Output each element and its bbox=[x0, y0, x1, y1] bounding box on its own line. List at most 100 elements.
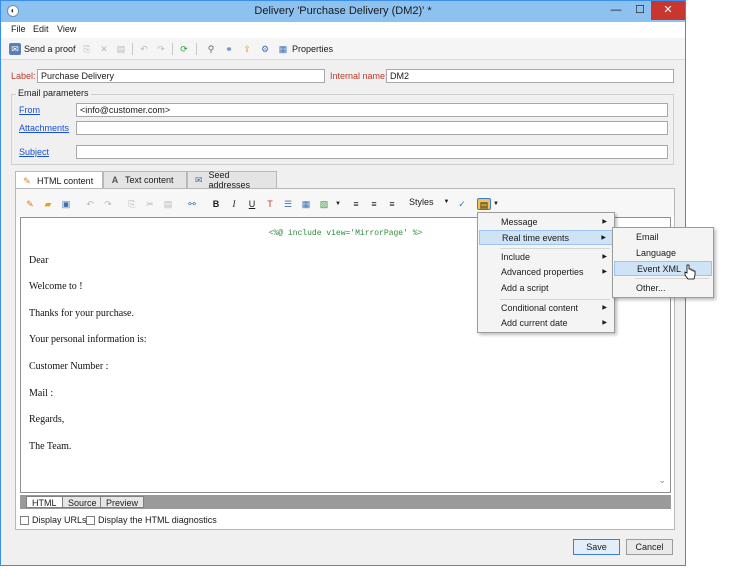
attachments-field[interactable] bbox=[76, 121, 668, 135]
image-icon[interactable]: ▨ bbox=[318, 198, 330, 210]
menu-file[interactable]: File bbox=[11, 24, 26, 34]
editor-line: Dear bbox=[29, 255, 49, 266]
menu-item-conditional-content-label: Conditional content bbox=[501, 303, 579, 313]
menu-item-message[interactable]: Message ▶ bbox=[479, 215, 613, 230]
underline-icon[interactable]: U bbox=[246, 198, 258, 210]
tab-html-content[interactable]: ✎ HTML content bbox=[15, 171, 103, 189]
menu-item-add-script[interactable]: Add a script bbox=[479, 281, 613, 296]
table-icon[interactable]: ▦ bbox=[300, 198, 312, 210]
menu-item-add-current-date-label: Add current date bbox=[501, 318, 568, 328]
editor-redo-icon[interactable]: ↷ bbox=[102, 198, 114, 210]
menu-item-add-current-date[interactable]: Add current date ▶ bbox=[479, 316, 613, 331]
menu-item-conditional-content[interactable]: Conditional content ▶ bbox=[479, 301, 613, 316]
align-center-icon[interactable]: ≡ bbox=[368, 198, 380, 210]
new-icon[interactable]: ✎ bbox=[24, 198, 36, 210]
view-tab-html[interactable]: HTML bbox=[26, 496, 63, 508]
submenu-arrow-icon: ▶ bbox=[602, 320, 607, 326]
attachment-icon[interactable]: ⚲ bbox=[205, 43, 217, 55]
menu-item-advanced-properties[interactable]: Advanced properties ▶ bbox=[479, 265, 613, 280]
menu-item-include[interactable]: Include ▶ bbox=[479, 250, 613, 265]
text-color-icon[interactable]: T bbox=[264, 198, 276, 210]
menu-separator bbox=[635, 278, 709, 279]
display-urls-checkbox[interactable]: Display URLs bbox=[20, 515, 87, 525]
attachments-link[interactable]: Attachments bbox=[19, 123, 69, 133]
maximize-button[interactable]: ☐ bbox=[627, 1, 653, 20]
find-icon[interactable]: ⚯ bbox=[186, 198, 198, 210]
tab-text-content-label: Text content bbox=[125, 175, 174, 185]
subject-field[interactable] bbox=[76, 145, 668, 159]
analyze-icon[interactable]: ⚙ bbox=[259, 43, 271, 55]
styles-dropdown[interactable]: Styles ▼ bbox=[409, 197, 449, 207]
internal-name-caption: Internal name: bbox=[330, 71, 388, 81]
title-bar[interactable]: ◐ Delivery 'Purchase Delivery (DM2)' * —… bbox=[1, 1, 685, 22]
redo-icon[interactable]: ↷ bbox=[155, 43, 167, 55]
from-link[interactable]: From bbox=[19, 105, 40, 115]
display-urls-label: Display URLs bbox=[32, 515, 87, 525]
view-tab-source[interactable]: Source bbox=[62, 496, 103, 508]
align-right-icon[interactable]: ≡ bbox=[386, 198, 398, 210]
bold-icon[interactable]: B bbox=[210, 198, 222, 210]
image-dropdown-icon[interactable]: ▼ bbox=[332, 198, 344, 210]
personalization-icon[interactable]: ▤ bbox=[477, 198, 491, 210]
submenu-item-other[interactable]: Other... bbox=[614, 281, 712, 296]
html-diagnostics-checkbox[interactable]: Display the HTML diagnostics bbox=[86, 515, 217, 525]
minimize-button[interactable]: — bbox=[603, 1, 629, 20]
menu-view[interactable]: View bbox=[57, 24, 76, 34]
toolbar-separator bbox=[196, 43, 197, 55]
copy-icon[interactable]: ⎘ bbox=[81, 43, 93, 55]
send-proof-button[interactable]: ✉ Send a proof bbox=[9, 42, 76, 56]
editor-view-tabs: HTML Source Preview bbox=[20, 495, 671, 509]
display-urls-box[interactable] bbox=[20, 515, 29, 525]
menu-item-advanced-properties-label: Advanced properties bbox=[501, 267, 584, 277]
toolbar-separator bbox=[172, 43, 173, 55]
submenu-item-email[interactable]: Email bbox=[614, 230, 712, 245]
menu-item-real-time-events[interactable]: Real time events ▶ bbox=[479, 230, 613, 245]
upload-icon[interactable]: ⇪ bbox=[241, 43, 253, 55]
bullet-list-icon[interactable]: ☰ bbox=[282, 198, 294, 210]
link-icon[interactable]: ⚭ bbox=[223, 43, 235, 55]
styles-label: Styles bbox=[409, 197, 434, 207]
cancel-button[interactable]: Cancel bbox=[626, 539, 673, 555]
html-diagnostics-box[interactable] bbox=[86, 515, 95, 525]
delete-icon[interactable]: ✕ bbox=[98, 43, 110, 55]
submenu-item-language[interactable]: Language bbox=[614, 246, 712, 261]
spellcheck-icon[interactable]: ✓ bbox=[456, 198, 468, 210]
refresh-icon[interactable]: ⟳ bbox=[178, 43, 190, 55]
properties-label: Properties bbox=[292, 44, 334, 54]
open-folder-icon[interactable]: ▰ bbox=[42, 198, 54, 210]
html-diagnostics-label: Display the HTML diagnostics bbox=[98, 515, 217, 525]
scroll-down-icon[interactable]: ⌄ bbox=[658, 475, 666, 486]
tab-html-content-label: HTML content bbox=[37, 175, 94, 186]
editor-undo-icon[interactable]: ↶ bbox=[84, 198, 96, 210]
html-content-icon: ✎ bbox=[23, 175, 31, 186]
editor-line: Thanks for your purchase. bbox=[29, 308, 134, 319]
align-left-icon[interactable]: ≡ bbox=[350, 198, 362, 210]
cut-icon[interactable]: ✂ bbox=[144, 198, 156, 210]
editor-line: Regards, bbox=[29, 414, 65, 425]
submenu-item-event-xml[interactable]: Event XML bbox=[614, 261, 712, 276]
undo-icon[interactable]: ↶ bbox=[138, 43, 150, 55]
tab-text-content[interactable]: A Text content bbox=[103, 171, 187, 188]
editor-line: Mail : bbox=[29, 388, 54, 399]
editor-copy-icon[interactable]: ⎘ bbox=[126, 198, 138, 210]
save-icon[interactable]: ▣ bbox=[60, 198, 72, 210]
window-title: Delivery 'Purchase Delivery (DM2)' * bbox=[254, 5, 432, 17]
close-button[interactable]: ✕ bbox=[651, 1, 685, 20]
subject-link[interactable]: Subject bbox=[19, 147, 49, 157]
internal-name-field[interactable]: DM2 bbox=[386, 69, 674, 83]
view-tab-preview[interactable]: Preview bbox=[100, 496, 145, 508]
italic-icon[interactable]: I bbox=[228, 198, 240, 210]
tab-seed-addresses[interactable]: ✉ Seed addresses bbox=[187, 170, 277, 190]
label-field[interactable]: Purchase Delivery bbox=[37, 69, 325, 83]
save-button[interactable]: Save bbox=[573, 539, 620, 555]
from-field[interactable]: <info@customer.com> bbox=[76, 103, 668, 117]
editor-paste-icon[interactable]: ▤ bbox=[162, 198, 174, 210]
menu-edit[interactable]: Edit bbox=[33, 24, 49, 34]
submenu-arrow-icon: ▶ bbox=[602, 219, 607, 225]
menu-separator bbox=[500, 299, 610, 300]
send-proof-icon: ✉ bbox=[9, 43, 21, 55]
properties-button[interactable]: ▦ Properties bbox=[277, 42, 333, 56]
personalization-dropdown-icon[interactable]: ▼ bbox=[490, 198, 502, 210]
label-caption: Label: bbox=[11, 71, 36, 81]
paste-icon[interactable]: ▤ bbox=[115, 43, 127, 55]
